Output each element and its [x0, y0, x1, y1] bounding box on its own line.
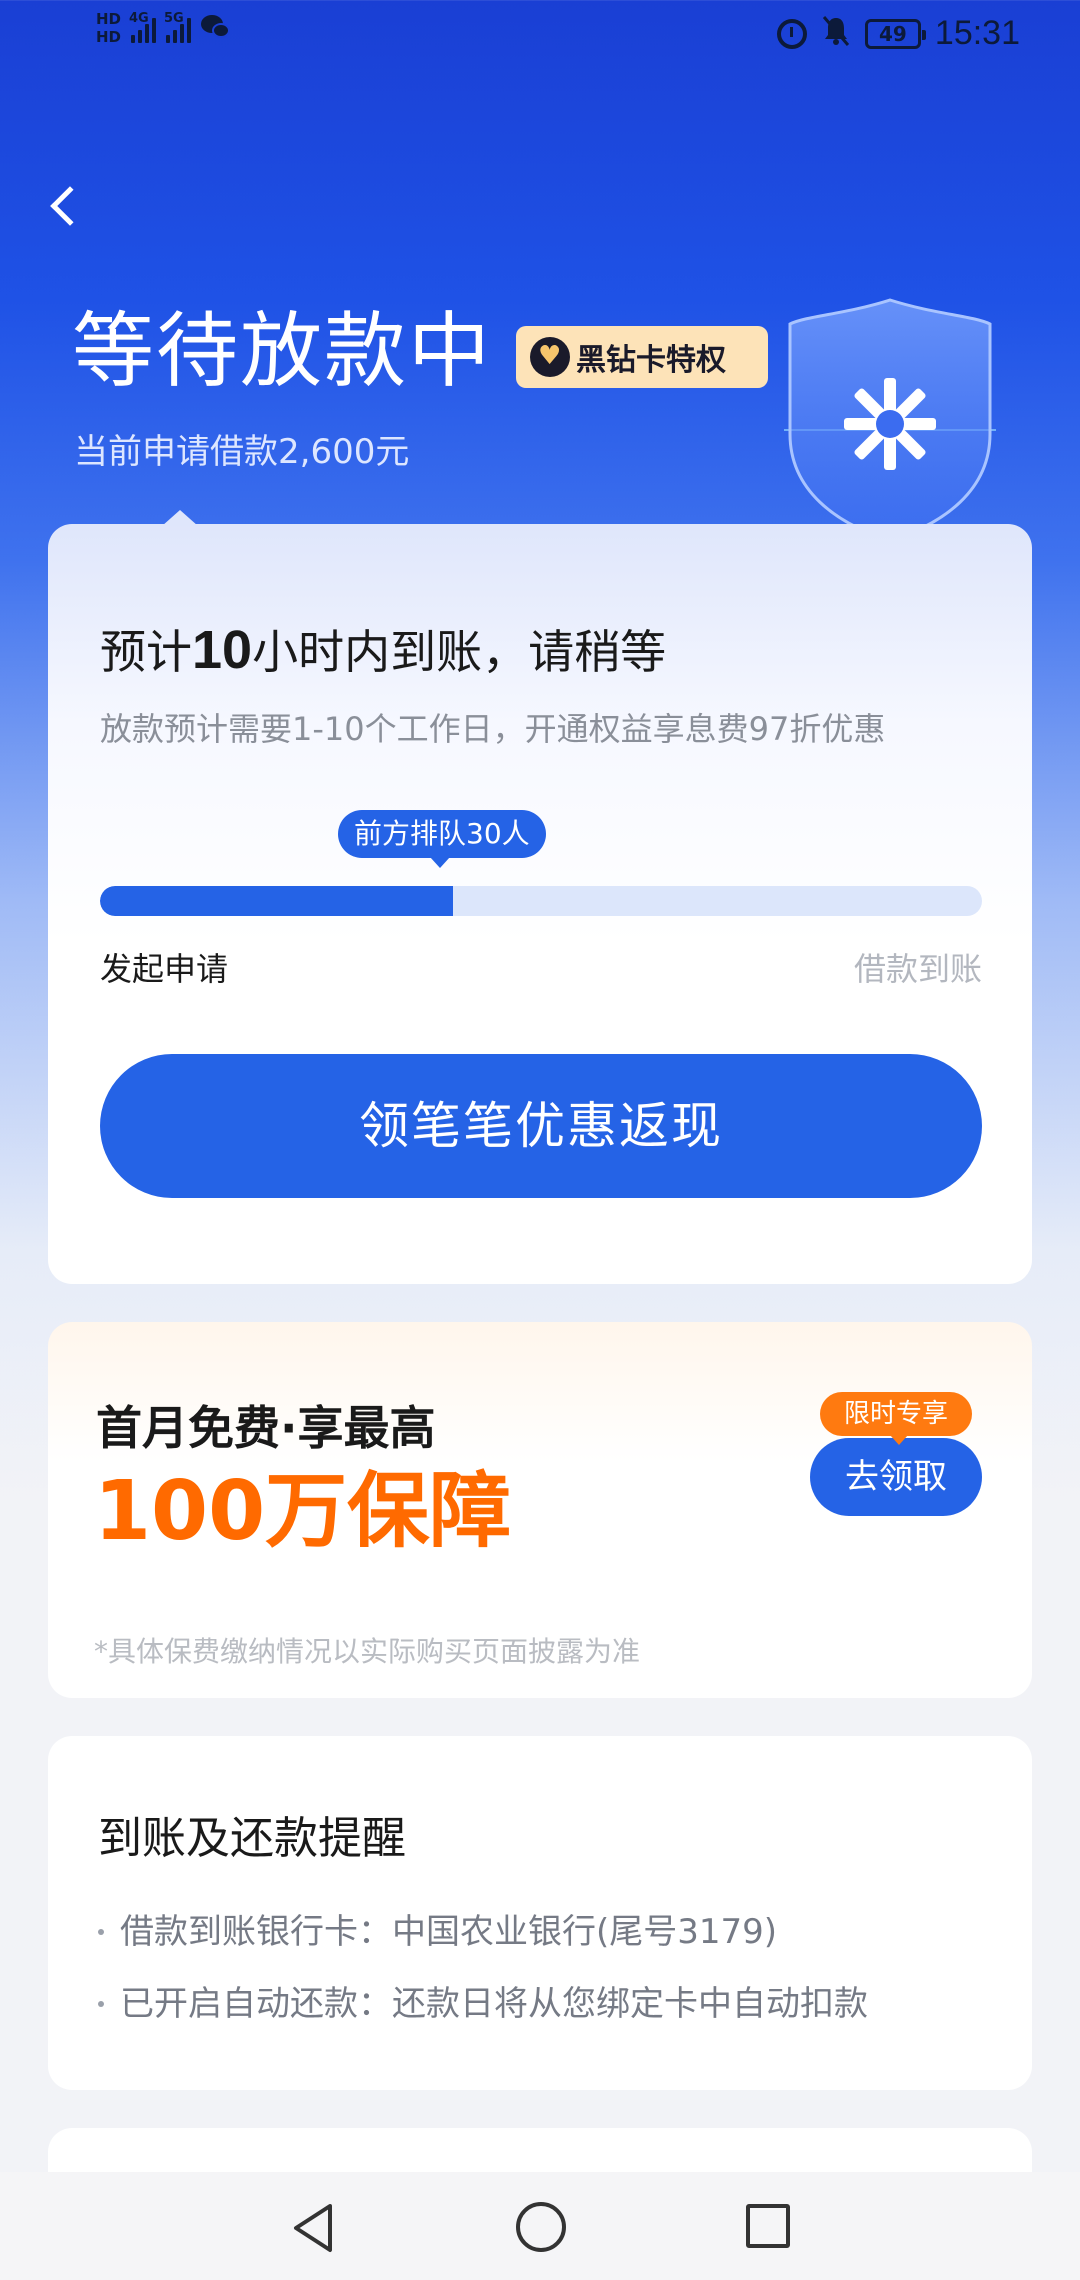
claim-button[interactable]: 去领取 — [810, 1438, 982, 1516]
insurance-disclaimer: *具体保费缴纳情况以实际购买页面披露为准 — [94, 1635, 641, 1668]
bullet-icon — [98, 2001, 104, 2007]
bullet-icon — [98, 1929, 104, 1935]
nav-recents-icon[interactable] — [746, 2204, 790, 2248]
reminder-bank-card: 借款到账银行卡：中国农业银行(尾号3179) — [120, 1912, 778, 1952]
insurance-card[interactable]: 首月免费·享最高 100万保障 限时专享 去领取 *具体保费缴纳情况以实际购买页… — [48, 1322, 1032, 1698]
hd-icon: HD HD — [96, 10, 121, 46]
loan-status-card: 预计10小时内到账，请稍等 放款预计需要1-10个工作日，开通权益享息费97折优… — [48, 524, 1032, 1284]
progress-end-label: 借款到账 — [853, 950, 982, 988]
nav-home-icon[interactable] — [516, 2202, 566, 2252]
status-left: HD HD 4G 5G — [96, 10, 231, 46]
nav-back-icon[interactable] — [286, 2200, 342, 2256]
loan-amount-subtitle: 当前申请借款2,600元 — [74, 432, 410, 472]
list-item: 已开启自动还款：还款日将从您绑定卡中自动扣款 — [98, 1968, 868, 2040]
progress-fill — [100, 886, 453, 916]
hd-top: HD — [96, 10, 122, 28]
signal-5g-label: 5G — [164, 11, 184, 26]
page-title: 等待放款中 — [72, 304, 493, 399]
system-nav-bar — [0, 2172, 1080, 2280]
alarm-icon — [776, 18, 807, 49]
reminder-auto-repay: 已开启自动还款：还款日将从您绑定卡中自动扣款 — [120, 1984, 868, 2024]
reminder-title: 到账及还款提醒 — [98, 1813, 406, 1864]
hd-bottom: HD — [96, 28, 122, 46]
eta-hours: 10 — [192, 620, 253, 680]
list-item: 借款到账银行卡：中国农业银行(尾号3179) — [98, 1896, 868, 1968]
progress-start-label: 发起申请 — [100, 950, 229, 988]
eta-subtext: 放款预计需要1-10个工作日，开通权益享息费97折优惠 — [100, 710, 886, 748]
reminder-list: 借款到账银行卡：中国农业银行(尾号3179) 已开启自动还款：还款日将从您绑定卡… — [98, 1896, 868, 2040]
eta-prefix: 预计 — [100, 625, 192, 679]
queue-badge: 前方排队30人 — [338, 810, 546, 868]
black-diamond-badge[interactable]: 黑钻卡特权 — [516, 326, 768, 388]
insurance-title: 首月免费·享最高 — [96, 1401, 436, 1455]
eta-headline: 预计10小时内到账，请稍等 — [100, 616, 666, 682]
diamond-heart-icon — [530, 337, 570, 377]
wechat-icon — [201, 15, 231, 41]
reminder-card: 到账及还款提醒 借款到账银行卡：中国农业银行(尾号3179) 已开启自动还款：还… — [48, 1736, 1032, 2090]
loan-progress-bar — [100, 886, 982, 916]
status-bar: HD HD 4G 5G 49 15:31 — [0, 0, 1080, 72]
signal-label: 4G — [129, 11, 149, 26]
eta-suffix: 小时内到账，请稍等 — [252, 625, 667, 679]
battery-icon: 49 — [864, 18, 926, 49]
status-right: 49 15:31 — [776, 14, 1020, 53]
mute-bell-icon — [821, 15, 851, 53]
signal-icon: 4G — [129, 11, 157, 43]
chevron-left-icon — [50, 186, 90, 226]
cashback-button[interactable]: 领笔笔优惠返现 — [100, 1054, 982, 1198]
signal-5g-icon: 5G — [164, 11, 192, 43]
shield-illustration-icon — [784, 298, 996, 542]
insurance-amount: 100万保障 — [94, 1464, 512, 1559]
clock: 15:31 — [934, 14, 1020, 52]
back-button[interactable] — [40, 180, 100, 240]
badge-label: 黑钻卡特权 — [576, 343, 726, 378]
limited-offer-tag: 限时专享 — [820, 1392, 973, 1445]
